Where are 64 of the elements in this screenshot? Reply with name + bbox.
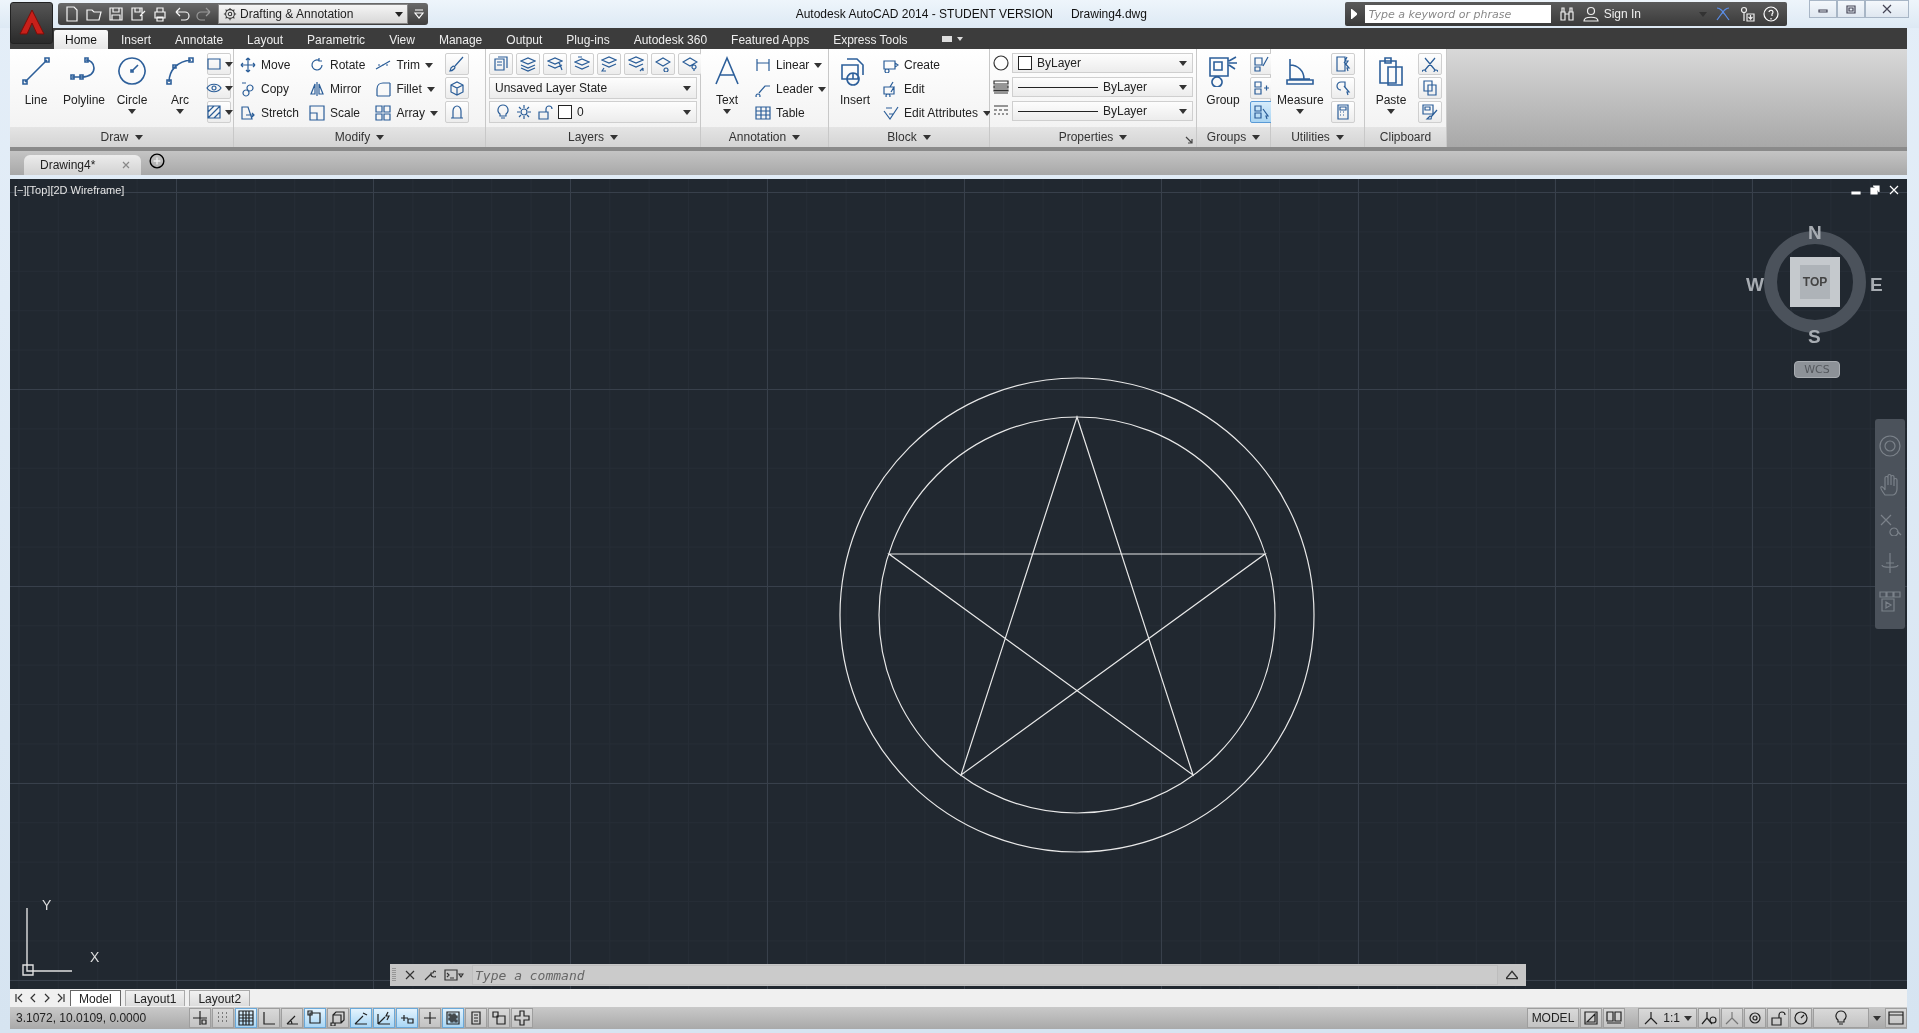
compass-label[interactable]: S xyxy=(1808,327,1821,346)
large-tool-button[interactable]: Circle xyxy=(109,53,155,116)
ribbon-tab[interactable]: Featured Apps xyxy=(720,30,821,49)
model-tab[interactable]: Model xyxy=(70,990,121,1006)
command-input[interactable]: Type a command xyxy=(472,965,1498,985)
viewport-controls-label[interactable]: [−][Top][2D Wireframe] xyxy=(14,184,125,196)
tool-button[interactable]: Linear xyxy=(752,53,830,77)
layout-tab[interactable]: Layout1 xyxy=(124,990,186,1006)
ribbon-tab[interactable]: Insert xyxy=(110,30,163,49)
layout-tab[interactable]: Layout2 xyxy=(189,990,251,1006)
tool-button[interactable]: Scale xyxy=(306,101,369,125)
coordinates-readout: 3.1072, 10.0109, 0.0000 xyxy=(16,1011,148,1025)
ribbon-tab[interactable]: Manage xyxy=(427,30,494,49)
model-space-button[interactable]: MODEL xyxy=(1526,1008,1580,1028)
tool-button[interactable]: Array xyxy=(372,101,442,125)
tool-button[interactable]: Edit xyxy=(880,77,995,101)
ribbon-tab[interactable]: Layout xyxy=(236,30,295,49)
tool-button[interactable]: Trim xyxy=(372,53,442,77)
compass-label[interactable]: E xyxy=(1870,275,1883,294)
axis-label: Y xyxy=(42,897,52,913)
drawing-viewport[interactable]: [−][Top][2D Wireframe] Y X N W TOP E S WCS Type a command xyxy=(10,179,1907,989)
large-tool-button[interactable]: Measure xyxy=(1274,53,1327,116)
workspace-dropdown[interactable]: Drafting & Annotation xyxy=(218,4,408,24)
ribbon-tab[interactable]: Home xyxy=(54,30,108,49)
tool-button[interactable]: Stretch xyxy=(237,101,302,125)
compass-label[interactable]: W xyxy=(1746,275,1764,294)
tool-button[interactable]: Fillet xyxy=(372,77,442,101)
large-tool-button[interactable]: Line xyxy=(13,53,59,116)
annotation-scale-dropdown[interactable]: 1:1 xyxy=(1638,1008,1697,1028)
large-tool-button[interactable]: Text xyxy=(704,53,750,116)
sign-in-button[interactable]: Sign In xyxy=(1582,6,1691,22)
large-tool-button[interactable]: Paste xyxy=(1368,53,1414,116)
tool-button[interactable]: Copy xyxy=(237,77,302,101)
tool-button[interactable]: Leader xyxy=(752,77,830,101)
file-name: Drawing4.dwg xyxy=(1070,7,1147,21)
window-title: Autodesk AutoCAD 2014 - STUDENT VERSION xyxy=(795,7,1053,21)
ribbon-tab[interactable]: Output xyxy=(495,30,554,49)
tool-button[interactable]: Mirror xyxy=(306,77,369,101)
large-tool-button[interactable]: Polyline xyxy=(61,53,107,116)
tool-button[interactable]: Edit Attributes xyxy=(880,101,995,125)
ribbon-tab[interactable]: View xyxy=(378,30,426,49)
layer-state-dropdown[interactable]: Unsaved Layer State xyxy=(489,77,697,99)
color-dropdown[interactable]: ByLayer xyxy=(1012,53,1193,73)
large-tool-button[interactable]: Insert xyxy=(832,53,878,116)
tool-button[interactable]: Create xyxy=(880,53,995,77)
file-tab[interactable]: Drawing4* xyxy=(24,155,142,175)
large-tool-button[interactable]: Arc xyxy=(157,53,203,116)
linetype-dropdown[interactable]: ByLayer xyxy=(1012,101,1193,121)
large-tool-button[interactable]: Group xyxy=(1200,53,1246,116)
tool-button[interactable]: Rotate xyxy=(306,53,369,77)
layer-dropdown[interactable]: 0 xyxy=(489,101,697,123)
ribbon-tab[interactable]: Express Tools xyxy=(822,30,919,49)
view-cube-face[interactable]: TOP xyxy=(1790,257,1840,307)
panel-title-button[interactable]: Draw xyxy=(96,129,147,145)
ribbon-tab[interactable]: Parametric xyxy=(296,30,377,49)
ribbon-tab[interactable]: Plug-ins xyxy=(555,30,621,49)
search-field[interactable]: Type a keyword or phrase xyxy=(1364,5,1551,23)
tool-button[interactable]: Table xyxy=(752,101,830,125)
axis-label: X xyxy=(90,949,100,965)
ribbon-tab[interactable]: Autodesk 360 xyxy=(622,30,719,49)
lineweight-dropdown[interactable]: ByLayer xyxy=(1012,77,1193,97)
panel-title-button[interactable]: Modify xyxy=(330,129,389,145)
tool-button[interactable]: Move xyxy=(237,53,302,77)
ribbon-tab[interactable]: Annotate xyxy=(164,30,235,49)
